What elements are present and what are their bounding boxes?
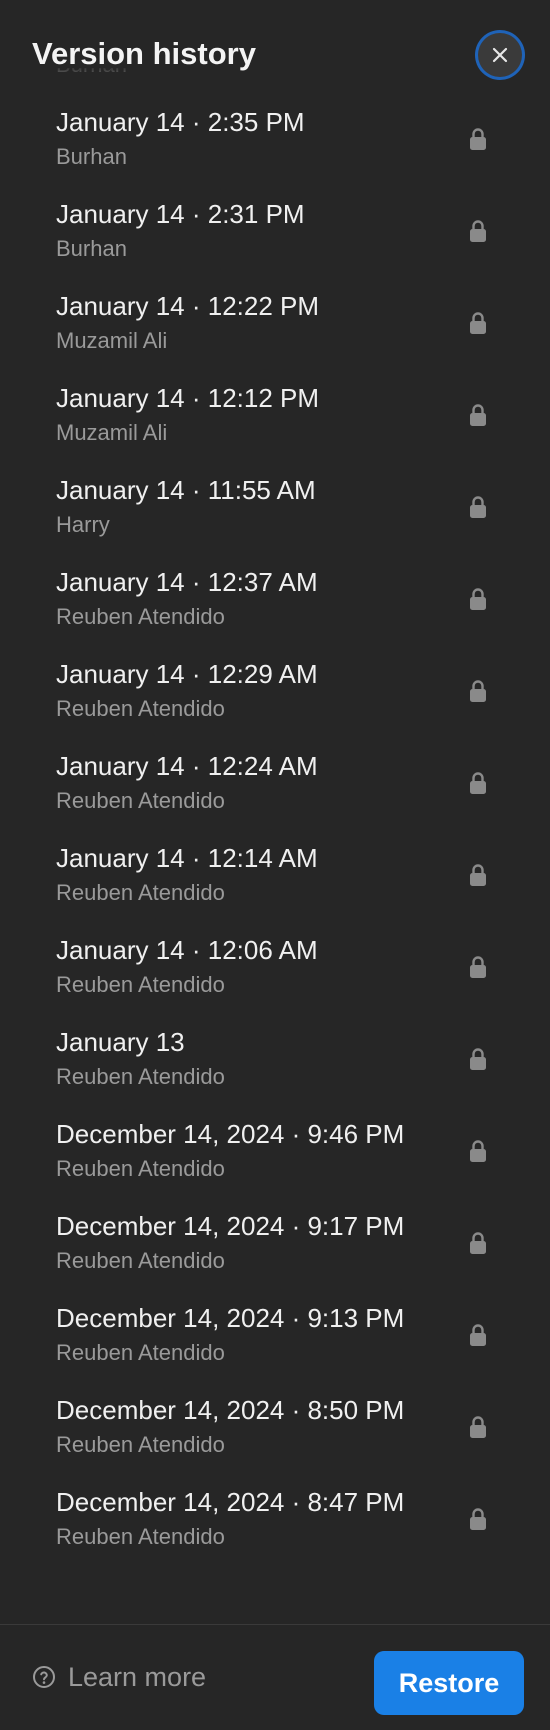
version-timestamp: January 14 · 12:22 PM (56, 291, 320, 321)
version-item[interactable]: January 14 · 12:37 AM Reuben Atendido (0, 554, 550, 646)
lock-icon (470, 128, 486, 150)
lock-icon (470, 220, 486, 242)
version-author: Reuben Atendido (56, 788, 225, 813)
lock-icon (470, 772, 486, 794)
version-item[interactable]: January 14 · 12:22 PM Muzamil Ali (0, 278, 550, 370)
panel-footer: Learn more Restore (0, 1624, 550, 1730)
version-item[interactable]: January 13 Reuben Atendido (0, 1014, 550, 1106)
version-author: Muzamil Ali (56, 328, 168, 353)
version-author: Burhan (56, 144, 127, 169)
version-timestamp: December 14, 2024 · 9:17 PM (56, 1211, 405, 1241)
version-timestamp: January 14 · 12:29 AM (56, 659, 318, 689)
version-author: Reuben Atendido (56, 1340, 225, 1365)
lock-icon (470, 1324, 486, 1346)
version-timestamp: December 14, 2024 · 8:50 PM (56, 1395, 405, 1425)
version-item[interactable]: December 14, 2024 · 9:46 PM Reuben Atendi… (0, 1106, 550, 1198)
question-circle-icon (33, 1666, 55, 1688)
version-item[interactable]: January 14 · 12:06 AM Reuben Atendido (0, 922, 550, 1014)
version-item[interactable]: December 14, 2024 · 9:17 PM Reuben Atendi… (0, 1198, 550, 1290)
version-item[interactable]: December 14, 2024 · 9:13 PM Reuben Atendi… (0, 1290, 550, 1382)
version-author: Reuben Atendido (56, 696, 225, 721)
version-item[interactable]: December 14, 2024 · 8:47 PM Reuben Atendi… (0, 1474, 550, 1566)
version-timestamp: January 14 · 2:35 PM (56, 107, 305, 137)
version-author: Burhan (56, 236, 127, 261)
learn-more-label: Learn more (68, 1661, 207, 1692)
version-timestamp: January 14 · 12:24 AM (56, 751, 318, 781)
lock-icon (470, 312, 486, 334)
version-timestamp: January 14 · 12:14 AM (56, 843, 318, 873)
version-author: Reuben Atendido (56, 1156, 225, 1181)
version-timestamp: January 14 · 12:12 PM (56, 383, 320, 413)
lock-icon (470, 680, 486, 702)
panel-title: Version history (32, 36, 256, 71)
lock-icon (470, 1140, 486, 1162)
close-icon (492, 47, 508, 63)
version-timestamp: January 14 · 2:31 PM (56, 199, 305, 229)
version-timestamp: December 14, 2024 · 8:47 PM (56, 1487, 405, 1517)
version-timestamp: December 14, 2024 · 9:13 PM (56, 1303, 405, 1333)
version-timestamp: January 14 · 12:37 AM (56, 567, 318, 597)
close-button[interactable] (478, 33, 522, 77)
lock-icon (470, 956, 486, 978)
lock-icon (470, 588, 486, 610)
lock-icon (470, 496, 486, 518)
version-author: Reuben Atendido (56, 604, 225, 629)
version-timestamp: January 14 · 12:06 AM (56, 935, 318, 965)
version-author: Muzamil Ali (56, 420, 168, 445)
version-timestamp: January 13 (56, 1027, 185, 1057)
version-item[interactable]: January 14 · 2:31 PM Burhan (0, 186, 550, 278)
version-item[interactable]: January 14 · 12:12 PM Muzamil Ali (0, 370, 550, 462)
lock-icon (470, 1048, 486, 1070)
lock-icon (470, 404, 486, 426)
version-author: Harry (56, 512, 110, 537)
version-list-viewport[interactable]: January 14 · 2:55 PMBurhanJanuary 14 · 2… (0, 68, 550, 1623)
version-timestamp: December 14, 2024 · 9:46 PM (56, 1119, 405, 1149)
restore-button[interactable]: Restore (374, 1651, 524, 1715)
version-history-panel: January 14 · 2:55 PMBurhanJanuary 14 · 2… (0, 0, 550, 1730)
version-author: Reuben Atendido (56, 1432, 225, 1457)
version-author: Reuben Atendido (56, 1524, 225, 1549)
version-author: Reuben Atendido (56, 880, 225, 905)
version-item[interactable]: January 14 · 2:35 PM Burhan (0, 94, 550, 186)
learn-more-link[interactable]: Learn more (32, 1657, 206, 1697)
version-list: January 14 · 2:55 PMBurhanJanuary 14 · 2… (0, 68, 550, 1566)
version-author: Reuben Atendido (56, 972, 225, 997)
lock-icon (470, 864, 486, 886)
lock-icon (470, 1416, 486, 1438)
version-timestamp: January 14 · 11:55 AM (56, 475, 316, 505)
version-item[interactable]: January 14 · 11:55 AM Harry (0, 462, 550, 554)
version-item[interactable]: January 14 · 12:24 AM Reuben Atendido (0, 738, 550, 830)
lock-icon (470, 1232, 486, 1254)
version-author: Reuben Atendido (56, 1248, 225, 1273)
version-item[interactable]: January 14 · 12:14 AM Reuben Atendido (0, 830, 550, 922)
lock-icon (470, 1508, 486, 1530)
version-author: Reuben Atendido (56, 1064, 225, 1089)
panel-header: Version history (0, 0, 550, 84)
version-item[interactable]: December 14, 2024 · 8:50 PM Reuben Atendi… (0, 1382, 550, 1474)
version-item[interactable]: January 14 · 12:29 AM Reuben Atendido (0, 646, 550, 738)
